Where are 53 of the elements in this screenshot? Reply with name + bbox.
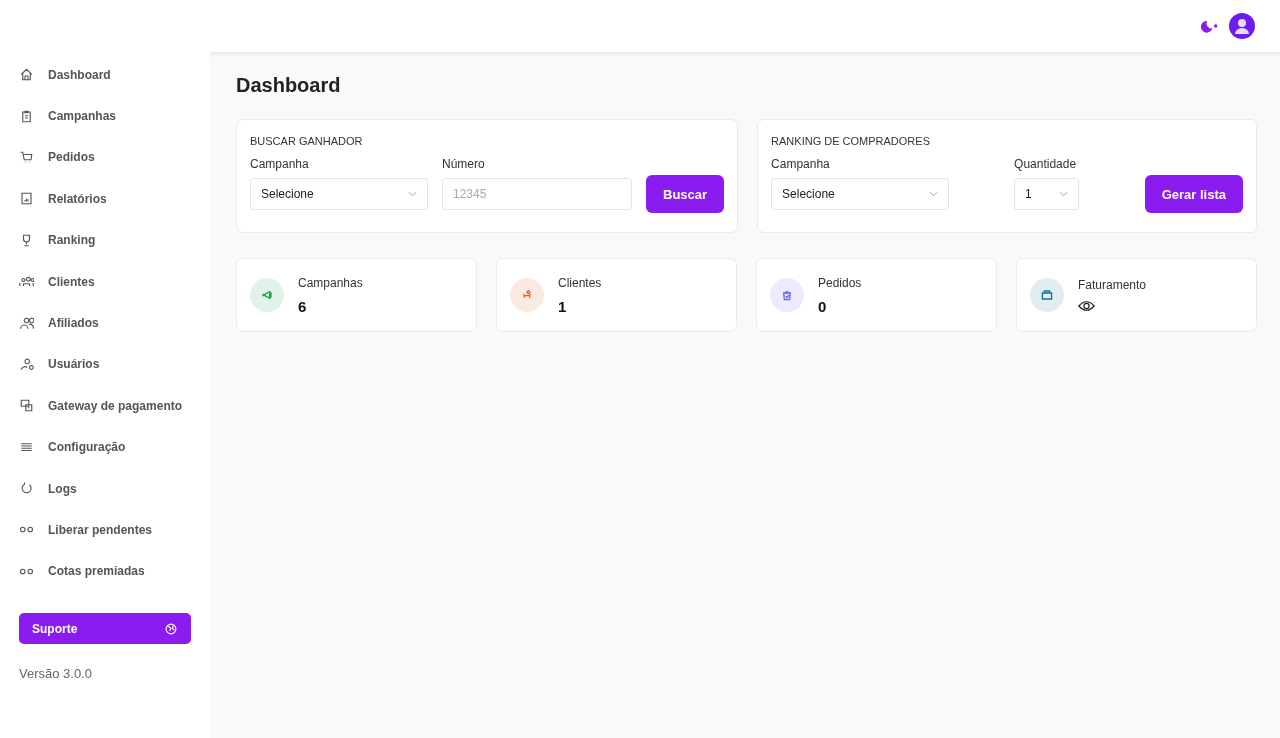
menu-item-icon — [19, 108, 34, 124]
menu-item-icon — [19, 191, 34, 207]
chevron-icon — [1059, 191, 1069, 197]
stat-value: 1 — [558, 297, 568, 315]
version-text: Versão 3.0.0 — [19, 666, 93, 682]
stat-label: Faturamento — [1078, 278, 1147, 292]
sidebar-item[interactable]: Pedidos — [19, 136, 191, 179]
sidebar-item[interactable]: Gateway de pagamento — [19, 385, 191, 427]
chevron-icon — [929, 191, 939, 197]
sidebar-item[interactable]: Liberar pendentes — [19, 509, 191, 551]
sidebar-item[interactable]: Logs — [19, 467, 191, 510]
sidebar-item[interactable]: Dashboard — [19, 54, 191, 96]
menu-item-icon — [19, 149, 34, 165]
stat-icon — [770, 278, 804, 312]
stat-label: Pedidos — [818, 275, 862, 290]
stat-icon — [250, 278, 284, 312]
stat-label: Campanhas — [298, 275, 363, 290]
stat-icon — [510, 278, 544, 312]
stat-value: 0 — [818, 297, 828, 315]
sidebar-item[interactable]: Usuários — [19, 343, 191, 386]
chevron-icon — [408, 191, 417, 197]
field-label: Campanha — [250, 157, 310, 171]
avatar-icon[interactable] — [1229, 13, 1255, 39]
sidebar-item[interactable]: Ranking — [19, 219, 191, 261]
sidebar-item[interactable]: Campanhas — [19, 95, 191, 137]
page-title: Dashboard — [236, 74, 342, 97]
stat-icon — [1030, 278, 1064, 312]
sidebar-item[interactable]: Cotas premiadas — [19, 550, 191, 593]
menu-item-icon — [19, 67, 34, 83]
card-title: RANKING DE COMPRADORES — [771, 135, 931, 147]
stat-value: 6 — [298, 297, 308, 315]
moon-icon[interactable] — [1199, 19, 1219, 33]
select-field[interactable]: 1 — [1014, 178, 1080, 210]
select-field[interactable]: Selecione — [771, 178, 950, 210]
card-title: BUSCAR GANHADOR — [250, 135, 364, 147]
action-button[interactable]: Buscar — [646, 175, 725, 213]
field-label: Campanha — [771, 157, 831, 171]
menu-item-icon — [19, 315, 34, 331]
select-field[interactable]: Selecione — [250, 178, 428, 210]
number-input[interactable]: 12345 — [442, 178, 632, 210]
sidebar-item[interactable]: Clientes — [19, 260, 191, 303]
sidebar-item[interactable]: Afiliados — [19, 302, 191, 344]
action-button[interactable]: Gerar lista — [1144, 175, 1243, 213]
support-button[interactable]: Suporte — [19, 613, 191, 645]
field-label: Número — [442, 157, 486, 171]
sidebar-item[interactable]: Relatórios — [19, 178, 191, 220]
globe-icon — [164, 621, 178, 636]
stat-label: Clientes — [558, 275, 602, 290]
sidebar-item[interactable]: Configuração — [19, 426, 191, 468]
field-label: Quantidade — [1014, 157, 1078, 171]
menu-item-icon — [19, 398, 34, 414]
menu-item-icon — [19, 356, 34, 372]
eye-icon[interactable] — [1078, 300, 1095, 312]
